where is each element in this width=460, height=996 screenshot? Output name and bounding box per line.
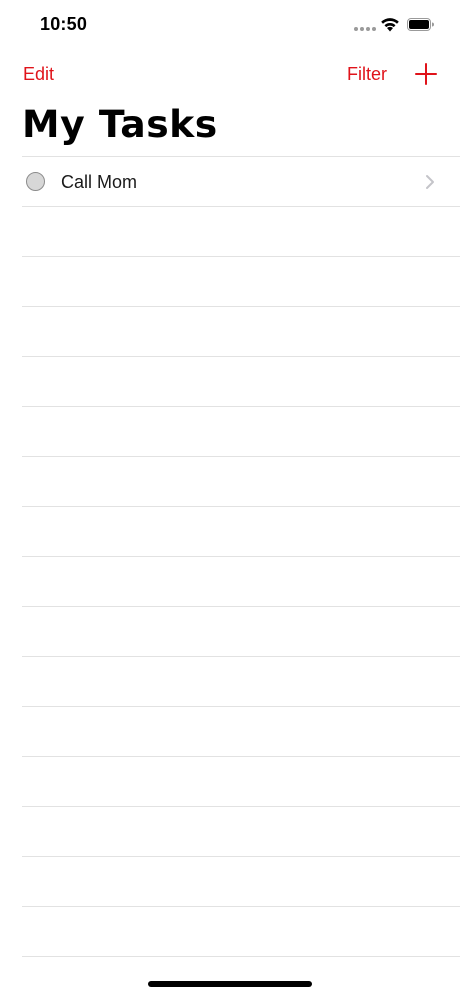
empty-row [22,806,460,856]
empty-row [22,706,460,756]
empty-row [22,756,460,806]
empty-row [22,306,460,356]
empty-row [22,406,460,456]
home-indicator[interactable] [148,981,312,987]
battery-icon [407,18,434,31]
list-separator [22,956,460,957]
empty-row [22,656,460,706]
empty-row [22,606,460,656]
empty-row [22,906,460,956]
filter-button[interactable]: Filter [347,64,387,85]
plus-icon[interactable] [414,62,438,86]
empty-row [22,256,460,306]
empty-row [22,356,460,406]
page-title: My Tasks [22,103,218,146]
wifi-icon [381,18,399,32]
navigation-bar: Edit Filter [0,58,460,90]
task-title: Call Mom [61,172,138,192]
empty-row [22,856,460,906]
empty-row [22,506,460,556]
empty-row [22,206,460,256]
empty-row [22,556,460,606]
task-row[interactable]: Call Mom [22,156,460,206]
status-time: 10:50 [40,14,88,34]
edit-button[interactable]: Edit [23,64,54,85]
empty-row [22,456,460,506]
task-checkbox[interactable] [26,172,45,191]
chevron-right-icon [426,175,434,189]
status-bar: 10:50 [0,0,460,50]
task-list: Call Mom [0,156,460,957]
cellular-signal-icon [354,27,376,31]
